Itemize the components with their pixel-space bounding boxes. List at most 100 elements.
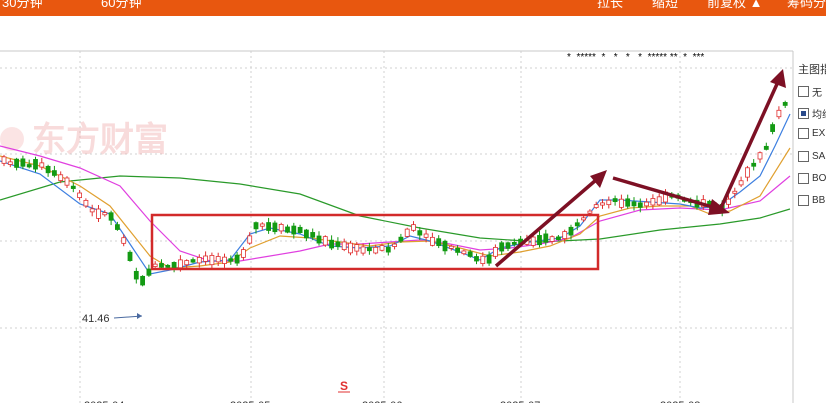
candle-body — [385, 246, 391, 253]
checkbox-icon[interactable] — [798, 195, 809, 206]
checkbox-icon[interactable] — [798, 86, 809, 97]
candle-body — [442, 240, 448, 252]
period-30min-tab[interactable]: 30分钟 — [2, 0, 42, 11]
candle-body — [159, 263, 164, 268]
candle-body — [404, 228, 410, 237]
candle-body — [39, 162, 45, 168]
candle-body — [556, 236, 561, 241]
indicator-option-expma[interactable]: EXPMA — [798, 128, 826, 142]
candle-body — [461, 250, 467, 255]
candle-body — [417, 230, 423, 236]
checkbox-icon[interactable] — [798, 128, 809, 139]
candle-body — [184, 260, 190, 266]
candle-body — [644, 201, 649, 207]
candle-body — [745, 167, 750, 178]
stretch-button[interactable]: 拉长 — [597, 0, 623, 11]
candle-body — [637, 202, 643, 208]
candle-body — [303, 229, 309, 239]
kline-chart[interactable]: 东方财富 * ***** * * * * ***** ** * *** 41.4… — [0, 16, 826, 408]
candle-body — [1, 156, 7, 164]
candle-body — [398, 236, 404, 242]
candle-body — [209, 255, 215, 266]
indicator-panel-title: 主图指标 — [798, 64, 826, 76]
candle-body — [240, 249, 246, 258]
candle-body — [322, 236, 328, 246]
checkbox-icon[interactable] — [798, 173, 809, 184]
sell-signal-marker: S — [340, 379, 348, 393]
adjust-dropdown[interactable]: 前复权 ▲ — [707, 0, 762, 11]
candle-body — [329, 239, 335, 249]
candle-body — [26, 164, 32, 168]
chip-distribution-button[interactable]: 筹码分 — [787, 0, 826, 11]
candle-body — [656, 196, 662, 206]
candle-body — [568, 226, 574, 236]
candle-body — [366, 247, 372, 252]
candle-body — [511, 241, 517, 245]
candle-body — [751, 162, 757, 167]
indicator-option-none[interactable]: 无 — [798, 84, 822, 99]
candle-body — [133, 270, 139, 280]
candle-body — [606, 199, 612, 206]
candle-body — [203, 255, 209, 262]
candle-body — [228, 258, 234, 262]
indicator-option-sar[interactable]: SAR — [798, 151, 826, 165]
candle-body — [33, 159, 38, 170]
candle-body — [165, 264, 171, 268]
candle-body — [650, 198, 656, 206]
candle-body — [593, 204, 599, 208]
candle-body — [272, 222, 278, 233]
candle-body — [732, 190, 738, 194]
candle-body — [297, 226, 303, 233]
candle-body — [316, 235, 322, 244]
indicator-option-boll[interactable]: BOLL — [798, 173, 826, 187]
candle-body — [625, 198, 631, 207]
indicator-option-ma[interactable]: 均线 — [798, 106, 826, 121]
candle-body — [543, 233, 549, 243]
candle-body — [436, 238, 442, 247]
candle-body — [222, 256, 227, 264]
candle-body — [619, 198, 624, 208]
candle-body — [505, 242, 511, 249]
indicator-panel: 主图指标 无 均线 EXPMA SAR BOLL BBI — [796, 58, 826, 218]
candle-body — [77, 192, 82, 199]
trend-arrow-up-2 — [718, 69, 786, 211]
candle-body — [83, 199, 89, 207]
candle-body — [121, 237, 127, 244]
candle-body — [455, 247, 461, 253]
candle-body — [14, 158, 20, 168]
candle-body — [486, 254, 492, 264]
checkbox-icon[interactable] — [798, 151, 809, 162]
candle-body — [354, 244, 360, 252]
candle-body — [58, 174, 64, 181]
candle-body — [562, 231, 568, 239]
checkbox-checked-icon[interactable] — [798, 108, 809, 119]
candle-body — [266, 222, 272, 231]
candle-body — [215, 256, 221, 263]
candle-body — [115, 224, 120, 230]
candle-body — [530, 236, 536, 246]
candle-body — [52, 170, 57, 176]
candle-body — [411, 224, 416, 231]
candle-body — [492, 246, 498, 257]
candle-body — [726, 198, 731, 205]
period-60min-tab[interactable]: 60分钟 — [101, 0, 141, 11]
candle-body — [234, 254, 240, 264]
candle-body — [45, 165, 51, 174]
candle-body — [171, 262, 177, 269]
shrink-button[interactable]: 缩短 — [652, 0, 678, 11]
candle-body — [152, 263, 158, 267]
candle-body — [600, 202, 605, 206]
trend-arrow-up-1 — [494, 170, 607, 268]
candle-body — [335, 241, 341, 247]
candle-body — [253, 222, 259, 230]
candle-body — [392, 243, 398, 247]
indicator-option-bbi[interactable]: BBI — [798, 195, 826, 209]
candle-body — [448, 245, 454, 249]
candle-body — [738, 180, 744, 186]
event-markers: * ***** * * * * ***** ** * *** — [567, 52, 704, 63]
candle-body — [770, 124, 775, 132]
candle-body — [108, 212, 114, 221]
candle-body — [127, 251, 133, 261]
candle-body — [278, 224, 284, 232]
candle-body — [423, 233, 429, 238]
